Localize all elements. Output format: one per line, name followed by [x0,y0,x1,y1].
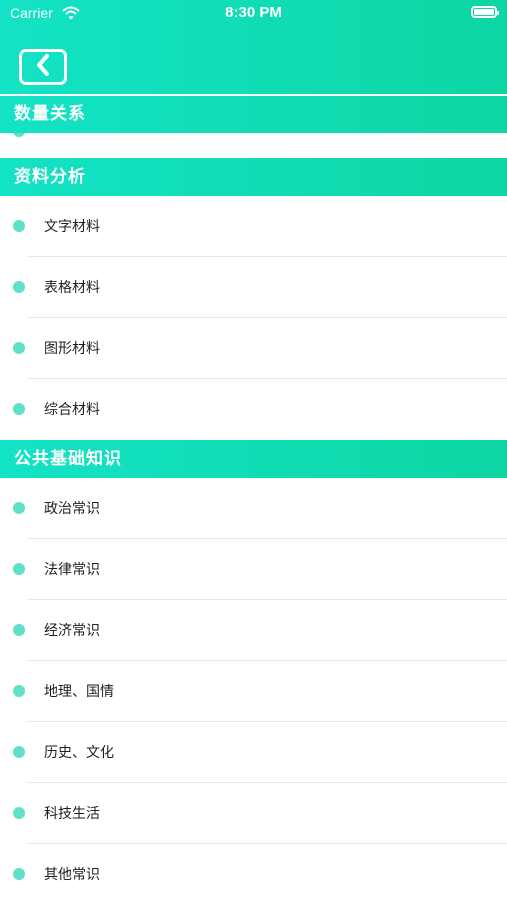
list-item[interactable]: 其他常识 [0,844,507,900]
list-item-label: 图形材料 [44,341,100,357]
back-button[interactable] [19,49,67,85]
list-item[interactable]: 表格材料 [0,257,507,318]
list-item-label: 地理、国情 [44,684,114,700]
section-title: 资料分析 [14,167,86,187]
list-item[interactable]: 图形材料 [0,318,507,379]
list-item-label: 历史、文化 [44,745,114,761]
bullet-icon [13,403,25,415]
section-header-data-analysis: 资料分析 [0,158,507,196]
bullet-icon [13,342,25,354]
section-title: 公共基础知识 [14,449,122,469]
list-item-label: 表格材料 [44,280,100,296]
list-item[interactable]: 地理、国情 [0,661,507,722]
list-item-label: 其他常识 [44,867,100,883]
list-item-label: 政治常识 [44,501,100,517]
category-list[interactable]: 数量关系 资料分析 文字材料 表格材料 图形材料 综合材料 公共基础知识 政治常… [0,94,507,900]
bullet-icon [13,807,25,819]
status-time: 8:30 PM [225,4,282,21]
list-item[interactable] [0,133,507,158]
list-item[interactable]: 综合材料 [0,379,507,440]
bullet-icon [13,868,25,880]
bullet-icon [13,281,25,293]
bullet-icon [13,220,25,232]
list-item-label: 综合材料 [44,402,100,418]
bullet-icon [13,133,25,137]
bullet-icon [13,624,25,636]
navigation-bar: Carrier 8:30 PM [0,0,507,94]
section-header-quantitative-relations: 数量关系 [0,94,507,133]
battery-icon [471,6,499,18]
bullet-icon [13,502,25,514]
list-item-label: 经济常识 [44,623,100,639]
list-item-label: 科技生活 [44,806,100,822]
bullet-icon [13,685,25,697]
status-bar: Carrier 8:30 PM [0,0,507,28]
bullet-icon [13,563,25,575]
list-item[interactable]: 文字材料 [0,196,507,257]
list-item-label: 文字材料 [44,219,100,235]
chevron-left-icon [36,54,50,80]
section-title: 数量关系 [14,104,86,124]
list-item[interactable]: 科技生活 [0,783,507,844]
list-item[interactable]: 经济常识 [0,600,507,661]
section-header-public-knowledge: 公共基础知识 [0,440,507,478]
list-item[interactable]: 法律常识 [0,539,507,600]
list-item[interactable]: 历史、文化 [0,722,507,783]
bullet-icon [13,746,25,758]
list-item-label: 法律常识 [44,562,100,578]
list-item[interactable]: 政治常识 [0,478,507,539]
